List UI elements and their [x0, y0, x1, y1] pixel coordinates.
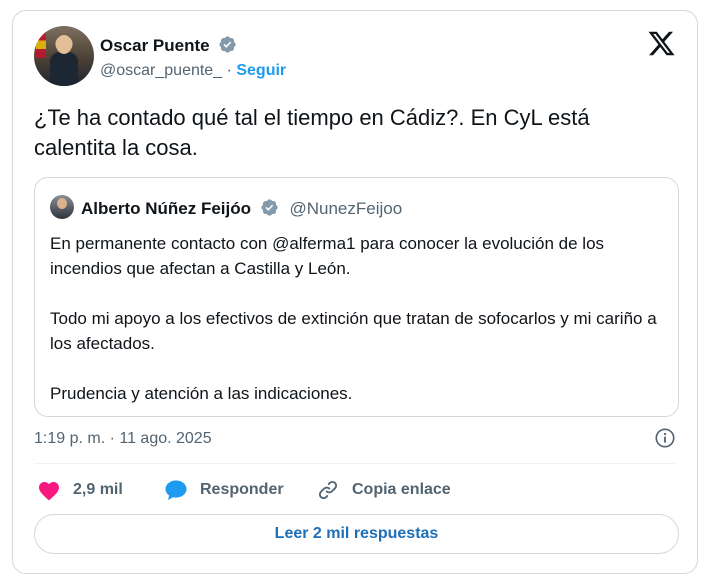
quoted-author-avatar[interactable]: [50, 195, 74, 219]
flag-decoration: [36, 32, 46, 58]
author-handle[interactable]: @oscar_puente_: [100, 62, 222, 79]
tweet-card: Oscar Puente @oscar_puente_ · Seguir ¿Te…: [12, 10, 698, 574]
x-logo-icon[interactable]: [647, 29, 676, 58]
separator: ·: [226, 62, 232, 79]
quoted-author-row: Alberto Núñez Feijóo @NunezFeijoo: [81, 198, 402, 222]
quoted-paragraph: En permanente contacto con @alferma1 par…: [50, 234, 605, 278]
quoted-paragraph: Todo mi apoyo a los efectivos de extinci…: [50, 309, 657, 353]
copy-link-button[interactable]: Copia enlace: [316, 479, 451, 501]
tweet-timestamp[interactable]: 1:19 p. m. · 11 ago. 2025: [34, 429, 212, 449]
author-name-row[interactable]: Oscar Puente: [100, 35, 237, 59]
divider: [34, 463, 676, 464]
info-icon[interactable]: [654, 427, 676, 449]
quoted-author-name[interactable]: Alberto Núñez Feijóo: [81, 199, 251, 218]
heart-icon: [39, 482, 59, 501]
link-icon: [318, 480, 338, 500]
verified-badge-icon: [260, 198, 279, 222]
author-handle-row: @oscar_puente_ · Seguir: [100, 61, 286, 81]
author-avatar[interactable]: [34, 26, 94, 86]
follow-button[interactable]: Seguir: [236, 62, 286, 79]
tweet-text: ¿Te ha contado qué tal el tiempo en Cádi…: [34, 105, 590, 160]
quoted-tweet-text: En permanente contacto con @alferma1 par…: [50, 231, 665, 431]
avatar-suit: [50, 52, 78, 86]
quoted-avatar-face: [57, 198, 67, 209]
like-count: 2,9 mil: [73, 481, 123, 498]
reply-label: Responder: [200, 481, 284, 498]
author-name[interactable]: Oscar Puente: [100, 36, 210, 55]
like-button[interactable]: 2,9 mil: [37, 479, 123, 501]
read-replies-button[interactable]: Leer 2 mil respuestas: [34, 514, 679, 554]
reply-button[interactable]: Responder: [164, 479, 284, 501]
avatar-face: [56, 35, 72, 54]
quoted-tweet[interactable]: Alberto Núñez Feijóo @NunezFeijoo En per…: [34, 177, 679, 417]
quoted-author-handle: @NunezFeijoo: [289, 199, 403, 218]
copy-link-label: Copia enlace: [352, 481, 451, 498]
reply-bubble-icon: [165, 480, 187, 500]
verified-badge-icon: [218, 35, 237, 59]
quoted-paragraph: Prudencia y atención a las indicaciones.: [50, 384, 353, 403]
